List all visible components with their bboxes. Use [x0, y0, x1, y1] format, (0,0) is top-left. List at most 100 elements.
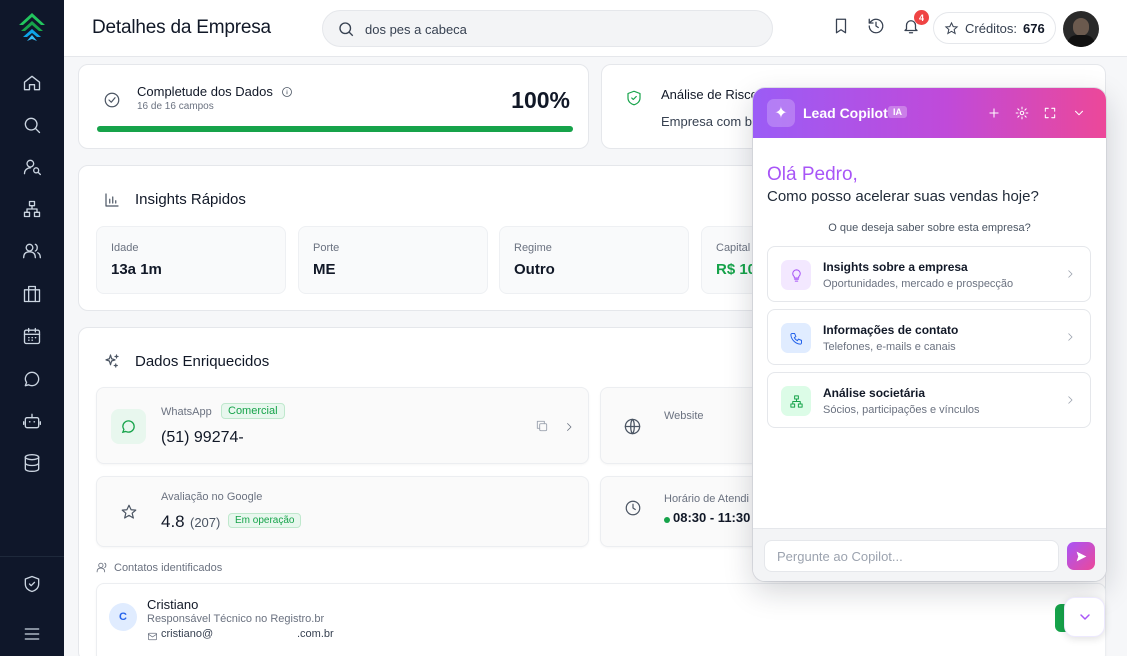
chevron-down-icon[interactable]: [1069, 103, 1089, 123]
stat-value: 13a 1m: [111, 261, 162, 278]
google-rating-card[interactable]: Avaliação no Google 4.8 (207) Em operaçã…: [96, 476, 589, 547]
clock-icon: [624, 499, 642, 522]
app-logo[interactable]: [17, 11, 47, 45]
completeness-title: Completude dos Dados: [137, 84, 273, 99]
globe-icon: [623, 417, 642, 441]
mail-icon: [147, 629, 158, 647]
risk-text: Empresa com ba: [661, 114, 760, 129]
org-chart-icon[interactable]: [20, 197, 44, 221]
option-title: Informações de contato: [823, 323, 959, 337]
phone-icon: [781, 323, 811, 353]
copilot-greeting: Olá Pedro,: [767, 164, 858, 185]
contact-name: Cristiano: [147, 597, 199, 612]
chevron-right-icon: [1064, 393, 1078, 407]
option-contact-info[interactable]: Informações de contato Telefones, e-mail…: [767, 309, 1091, 365]
website-label: Website: [664, 410, 704, 422]
home-icon[interactable]: [20, 71, 44, 95]
notification-badge: 4: [914, 10, 929, 25]
plus-icon[interactable]: [984, 103, 1004, 123]
hours-value: 08:30 - 11:30: [673, 510, 751, 525]
option-subtitle: Oportunidades, mercado e prospecção: [823, 278, 1014, 290]
contact-email-prefix[interactable]: cristiano@: [161, 628, 213, 640]
completeness-subtitle: 16 de 16 campos: [137, 101, 214, 112]
contact-avatar: C: [109, 603, 137, 631]
page-title: Detalhes da Empresa: [92, 17, 271, 38]
users-icon[interactable]: [20, 239, 44, 263]
option-subtitle: Sócios, participações e vínculos: [823, 404, 980, 416]
copilot-title: Lead Copilot: [803, 105, 888, 121]
stat-value: R$ 10: [716, 261, 757, 278]
search-bar[interactable]: [322, 10, 773, 47]
search-input[interactable]: [365, 19, 755, 39]
stat-value: ME: [313, 261, 336, 278]
chat-icon[interactable]: [20, 367, 44, 391]
star-icon: [944, 21, 959, 35]
search-nav-icon[interactable]: [20, 113, 44, 137]
copilot-header: ✦ Lead Copilot IA: [753, 88, 1106, 138]
copilot-input[interactable]: [764, 540, 1059, 572]
whatsapp-card[interactable]: WhatsApp Comercial (51) 99274-: [96, 387, 589, 464]
copilot-panel: ✦ Lead Copilot IA Olá Pedro, Como posso …: [753, 88, 1106, 581]
stat-box-regime: Regime Outro: [499, 226, 689, 294]
avatar[interactable]: [1063, 11, 1099, 47]
lightbulb-icon: [781, 260, 811, 290]
send-button[interactable]: [1067, 542, 1095, 570]
contact-email-suffix[interactable]: .com.br: [297, 628, 334, 640]
google-rating: 4.8: [161, 512, 185, 531]
option-title: Análise societária: [823, 386, 926, 400]
completeness-progress: [97, 126, 573, 132]
credits-value: 676: [1023, 20, 1045, 36]
bar-chart-icon: [103, 191, 121, 214]
copilot-footer: [753, 528, 1106, 581]
scroll-down-button[interactable]: [1064, 597, 1105, 637]
open-dot: [664, 517, 670, 523]
stat-label: Idade: [111, 242, 139, 254]
copilot-question: O que deseja saber sobre esta empresa?: [828, 222, 1031, 234]
calendar-icon[interactable]: [20, 324, 44, 348]
option-insights[interactable]: Insights sobre a empresa Oportunidades, …: [767, 246, 1091, 302]
bookmark-icon[interactable]: [832, 17, 854, 39]
contact-role: Responsável Técnico no Registro.br: [147, 613, 325, 625]
stat-label: Regime: [514, 242, 552, 254]
search-icon: [339, 22, 354, 37]
whatsapp-label: WhatsApp: [161, 406, 212, 418]
whatsapp-tag: Comercial: [221, 403, 285, 419]
stat-box-idade: Idade 13a 1m: [96, 226, 286, 294]
send-icon: [1076, 551, 1086, 561]
hours-label: Horário de Atendi: [664, 493, 749, 505]
check-circle-icon: [103, 91, 121, 114]
completeness-progress-fill: [97, 126, 573, 132]
sidebar: [0, 0, 64, 656]
chevron-right-icon: [1064, 330, 1078, 344]
sparkle-icon: ✦: [767, 99, 795, 127]
stat-value: Outro: [514, 261, 555, 278]
copy-icon[interactable]: [535, 419, 549, 438]
option-title: Insights sobre a empresa: [823, 260, 968, 274]
contact-row[interactable]: C Cristiano Responsável Técnico no Regis…: [96, 583, 1106, 656]
sparkles-icon: [103, 352, 121, 375]
user-search-icon[interactable]: [20, 155, 44, 179]
shield-check-icon: [625, 89, 643, 112]
option-subtitle: Telefones, e-mails e canais: [823, 341, 956, 353]
google-label: Avaliação no Google: [161, 491, 263, 503]
star-icon: [120, 503, 138, 526]
risk-title: Análise de Risco: [661, 87, 758, 102]
gear-icon[interactable]: [1012, 103, 1032, 123]
shield-check-icon[interactable]: [20, 572, 44, 596]
bot-icon[interactable]: [20, 409, 44, 433]
enriched-title: Dados Enriquecidos: [135, 353, 270, 370]
sidebar-divider: [0, 556, 64, 557]
expand-icon[interactable]: [1040, 103, 1060, 123]
chevron-right-icon[interactable]: [563, 420, 575, 438]
menu-icon[interactable]: [20, 622, 44, 646]
ai-badge: IA: [888, 106, 907, 118]
option-shareholding[interactable]: Análise societária Sócios, participações…: [767, 372, 1091, 428]
database-icon[interactable]: [20, 451, 44, 475]
info-icon[interactable]: [281, 85, 293, 103]
building-icon[interactable]: [20, 282, 44, 306]
history-icon[interactable]: [867, 17, 889, 39]
credits-pill[interactable]: Créditos: 676: [933, 12, 1056, 44]
network-icon: [781, 386, 811, 416]
chevron-right-icon: [1064, 267, 1078, 281]
insights-title: Insights Rápidos: [135, 191, 246, 208]
